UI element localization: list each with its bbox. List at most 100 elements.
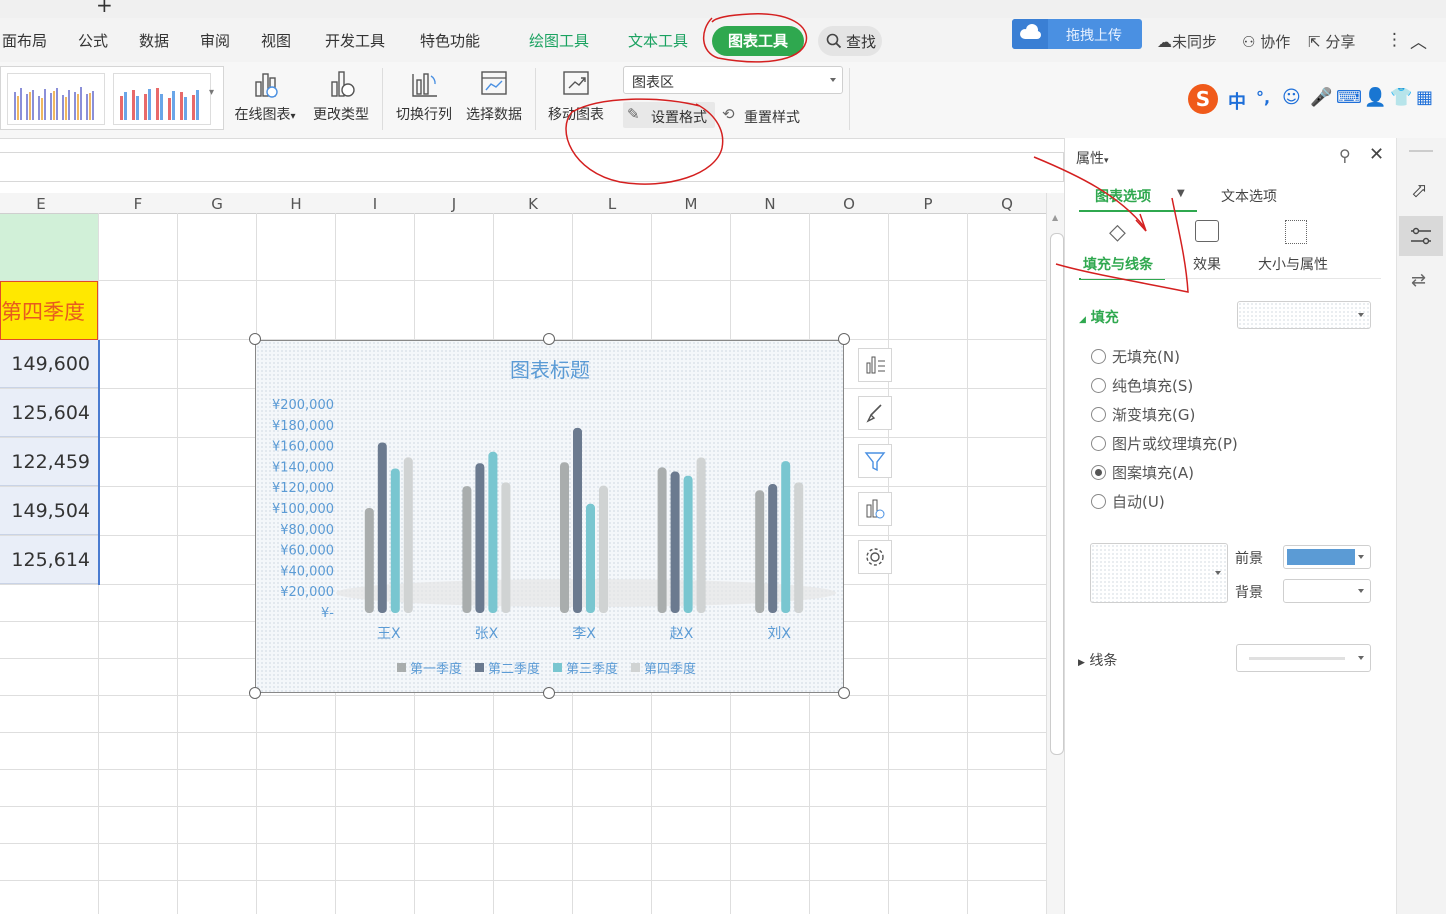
pin-icon[interactable]: ⚲ [1339, 146, 1351, 165]
ime-punct-toggle[interactable]: °, [1256, 88, 1270, 107]
tab-developer[interactable]: 开发工具 [325, 30, 385, 51]
skin-shirt-icon[interactable]: 👕 [1390, 87, 1412, 108]
resize-handle[interactable] [543, 687, 555, 699]
bar[interactable] [475, 463, 485, 613]
emoji-icon[interactable]: ☺ [1282, 87, 1301, 108]
cell-e-value[interactable]: 149,600 [0, 340, 98, 388]
set-format-button[interactable]: ✎ 设置格式 [623, 102, 715, 128]
collaborate-button[interactable]: ⚇ 协作 [1242, 31, 1290, 52]
bar[interactable] [586, 503, 595, 613]
subtab-size-properties[interactable]: 大小与属性 [1255, 216, 1345, 278]
chart-area[interactable]: 图表标题 ¥- ¥20,000 ¥40,000 ¥60,000 ¥80,000 ¥100,… [255, 340, 844, 693]
column-header[interactable]: I [365, 195, 385, 213]
bar[interactable] [696, 457, 706, 613]
bar[interactable] [488, 451, 498, 613]
tab-page-layout[interactable]: 面布局 [2, 30, 47, 51]
legend-label[interactable]: 第四季度 [644, 661, 696, 677]
line-style-dropdown[interactable] [1236, 644, 1371, 672]
tab-special[interactable]: 特色功能 [420, 30, 480, 51]
move-chart-button[interactable]: 移动图表 [541, 68, 611, 124]
reset-style-button[interactable]: ⟲ 重置样式 [720, 102, 830, 128]
radio-solid-fill[interactable]: 纯色填充(S) [1091, 375, 1193, 396]
radio-pattern-fill[interactable]: 图案填充(A) [1091, 462, 1194, 483]
radio-gradient-fill[interactable]: 渐变填充(G) [1091, 404, 1195, 425]
property-pane-toggle[interactable] [1399, 216, 1443, 256]
switch-row-col-button[interactable]: 切换行列 [389, 68, 459, 124]
resize-handle[interactable] [249, 687, 261, 699]
resize-handle[interactable] [249, 333, 261, 345]
share-button[interactable]: ⇱ 分享 [1308, 31, 1355, 52]
bar[interactable] [599, 485, 608, 613]
legend-label[interactable]: 第一季度 [410, 661, 462, 677]
search-button[interactable]: 查找 [818, 26, 882, 56]
legend-label[interactable]: 第二季度 [488, 661, 540, 677]
bar[interactable] [403, 457, 413, 613]
column-header[interactable]: K [523, 195, 543, 213]
radio-auto-fill[interactable]: 自动(U) [1091, 491, 1165, 512]
cell-e-quarter4-header[interactable]: 第四季度 [0, 281, 98, 340]
column-header[interactable]: J [444, 195, 464, 213]
cell-e-value[interactable]: 125,604 [0, 389, 98, 437]
sogou-logo-icon[interactable]: S [1188, 84, 1218, 114]
cell-e-value[interactable]: 122,459 [0, 438, 98, 486]
chart-settings-button[interactable] [858, 540, 892, 574]
keyboard-icon[interactable]: ⌨ [1336, 87, 1362, 108]
legend-label[interactable]: 第三季度 [566, 661, 618, 677]
online-chart-side-button[interactable] [858, 492, 892, 526]
tab-chart-tools[interactable]: 图表工具 [712, 26, 804, 56]
column-header[interactable]: N [760, 195, 780, 213]
chart-style-thumbnail-2[interactable] [113, 73, 211, 125]
fill-section-header[interactable]: ◢ 填充 [1079, 307, 1119, 327]
drag-upload-button[interactable]: 拖拽上传 [1012, 19, 1142, 49]
tab-view[interactable]: 视图 [261, 30, 291, 51]
column-header[interactable]: P [918, 195, 938, 213]
column-header[interactable]: Q [997, 195, 1017, 213]
column-header[interactable]: O [839, 195, 859, 213]
collapse-ribbon-icon[interactable]: ︿ [1410, 28, 1427, 53]
bar[interactable] [390, 468, 400, 613]
bar[interactable] [768, 484, 778, 613]
change-type-button[interactable]: 更改类型 [306, 68, 376, 124]
close-icon[interactable]: ✕ [1369, 144, 1384, 165]
gallery-expand-icon[interactable]: ▾ [209, 87, 214, 98]
vertical-scrollbar[interactable]: ▲ [1046, 193, 1065, 914]
resize-handle[interactable] [838, 333, 850, 345]
column-header[interactable]: G [207, 195, 227, 213]
background-color-picker[interactable] [1283, 579, 1371, 603]
transfer-icon[interactable]: ⇄ [1411, 270, 1426, 291]
tab-chart-options[interactable]: 图表选项 ▼ [1079, 178, 1197, 212]
select-data-button[interactable]: 选择数据 [459, 68, 529, 124]
resize-handle[interactable] [838, 687, 850, 699]
bar[interactable] [501, 482, 511, 613]
tab-text-options[interactable]: 文本选项 [1221, 186, 1277, 206]
bar[interactable] [364, 507, 374, 613]
tab-text-tools[interactable]: 文本工具 [628, 30, 688, 51]
bar[interactable] [755, 490, 765, 613]
formula-bar[interactable] [0, 152, 1064, 182]
chart-filter-button[interactable] [858, 444, 892, 478]
tab-drawing-tools[interactable]: 绘图工具 [529, 30, 589, 51]
tab-formulas[interactable]: 公式 [78, 30, 108, 51]
subtab-fill-line[interactable]: ◇ 填充与线条 [1079, 216, 1165, 280]
bar[interactable] [462, 486, 472, 613]
toolbox-grid-icon[interactable]: ▦ [1416, 87, 1433, 108]
chart-style-thumbnail-1[interactable] [7, 73, 105, 125]
new-tab-icon[interactable]: + [96, 0, 113, 15]
chart-style-gallery[interactable]: ▾ [0, 66, 224, 130]
tab-data[interactable]: 数据 [139, 30, 169, 51]
microphone-icon[interactable]: 🎤 [1310, 87, 1332, 108]
chart-title[interactable]: 图表标题 [510, 358, 590, 382]
bar[interactable] [377, 442, 387, 613]
chart-element-dropdown[interactable]: 图表区 [623, 66, 843, 94]
bar[interactable] [657, 467, 667, 613]
sync-status-button[interactable]: ☁未同步 [1157, 31, 1217, 52]
bar[interactable] [670, 471, 680, 613]
bar[interactable] [573, 427, 582, 613]
column-header[interactable]: M [681, 195, 701, 213]
bar[interactable] [794, 482, 804, 613]
line-section-header[interactable]: ▶ 线条 [1078, 650, 1117, 670]
cell-e-value[interactable]: 149,504 [0, 487, 98, 535]
chart-style-button[interactable] [858, 396, 892, 430]
foreground-color-picker[interactable] [1283, 545, 1371, 569]
radio-no-fill[interactable]: 无填充(N) [1091, 346, 1180, 367]
